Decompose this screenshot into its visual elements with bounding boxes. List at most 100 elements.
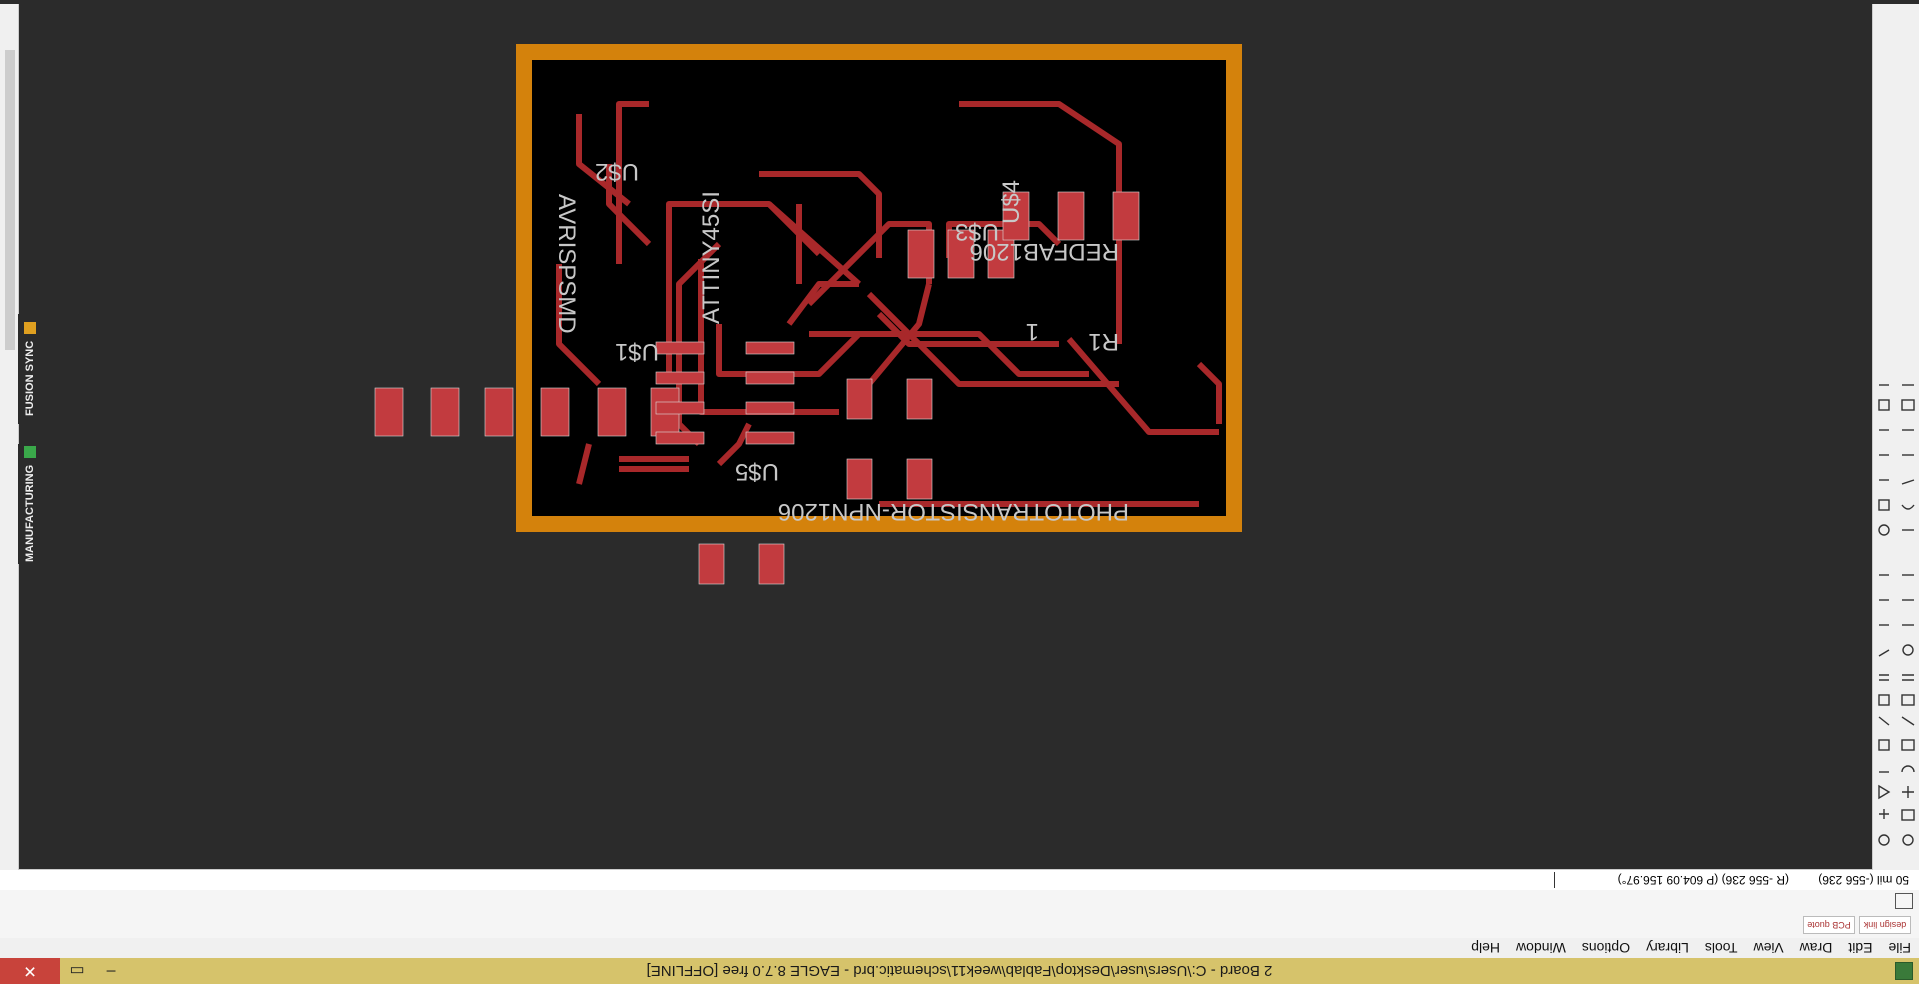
wire-icon [1878,716,1890,726]
pad [374,387,404,437]
label-one: 1 [1026,318,1039,345]
pad [947,229,975,279]
manufacturing-tab[interactable]: MANUFACTURING [18,444,42,564]
miter-icon [1878,649,1890,657]
label-us4: U$4 [998,180,1025,224]
copy-icon [1901,739,1915,751]
pcb-quote-button[interactable]: PCB quote [1803,916,1855,934]
show-icon [1878,834,1890,846]
menu-draw[interactable]: Draw [1792,940,1841,956]
menu-bar: File Edit Draw View Tools Library Option… [0,938,1919,958]
pad [906,458,933,500]
coordinate-bar: 50 mil (-556 236) (R -556 236) (P 604.09… [0,869,1919,890]
trace [946,221,1062,258]
pad [745,401,795,415]
pad [430,387,460,437]
trace [616,101,649,264]
window-controls: – ▭ ✕ [0,958,128,984]
trace [716,422,752,467]
label-us2: U$2 [595,158,639,185]
menu-help[interactable]: Help [1463,940,1508,956]
label-redfab: REDFAB1206 [970,238,1119,265]
add-icon [1879,809,1889,819]
menu-options[interactable]: Options [1574,940,1638,956]
pad [655,371,705,385]
label-r1: R1 [1088,328,1119,355]
move-icon [1902,786,1914,798]
pad [745,431,795,445]
pad [655,431,705,445]
pointer-coordinate: (R -556 236) (P 604.09 156.97°) [1617,873,1789,887]
trace [759,171,882,258]
silkscreen-group: AVRISPSMD U$1 ATTINY45SI U$2 U$3 R1 REDF… [553,158,1129,525]
trace [809,331,1089,377]
label-us5: U$5 [735,458,779,485]
title-bar: 2 Board - C:\Users\user\Desktop\Fablab\w… [0,958,1919,984]
layer-icon [1901,809,1915,821]
label-photo: PHOTOTRANSISTOR-NPN1206 [778,498,1129,525]
menu-file[interactable]: File [1880,940,1919,956]
value-icon [1879,674,1889,681]
pad [987,229,1015,279]
trace [786,281,859,326]
pad [484,387,514,437]
minimize-button[interactable]: – [94,958,128,984]
trace [959,101,1122,344]
rect-icon [1878,499,1890,511]
vertical-scrollbar[interactable] [0,4,19,870]
pad [1112,191,1140,241]
scrollbar-thumb[interactable] [5,50,15,350]
name-icon [1902,674,1914,681]
trace [1066,337,1219,435]
trace [1196,361,1222,424]
restore-icon[interactable]: ▭ [60,958,94,984]
drc-icon [1878,399,1890,411]
trace [716,324,862,377]
pad [745,371,795,385]
close-button[interactable]: ✕ [0,958,60,984]
arc-icon [1901,504,1915,510]
trace [666,201,861,384]
pad [1057,191,1085,241]
board-view[interactable]: AVRISPSMD U$1 ATTINY45SI U$2 U$3 R1 REDF… [0,0,1919,984]
trace [698,259,839,415]
menu-edit[interactable]: Edit [1840,940,1880,956]
fusion-sync-tab[interactable]: FUSION SYNC [18,314,42,424]
trace [606,164,652,247]
paste-icon [1878,739,1890,751]
command-toolbar [1872,4,1919,870]
board-svg[interactable]: AVRISPSMD U$1 ATTINY45SI U$2 U$3 R1 REDF… [0,0,1919,984]
pad [758,543,785,585]
erc-icon [1901,399,1915,411]
pad [650,387,680,437]
menu-tools[interactable]: Tools [1697,940,1746,956]
circle-icon [1878,524,1890,536]
pad [846,378,873,420]
menu-view[interactable]: View [1746,940,1792,956]
polygon-icon [1901,479,1915,485]
trace [866,283,932,386]
change-icon [1901,694,1915,706]
board-outline [516,44,1242,532]
trace [766,201,822,257]
pad [906,378,933,420]
label-us1: U$1 [615,338,659,365]
trace [576,114,631,207]
smash-icon [1902,644,1914,656]
manufacturing-label: MANUFACTURING [24,464,36,562]
menu-library[interactable]: Library [1638,940,1697,956]
grid-icon[interactable] [1895,893,1913,909]
pad [907,229,935,279]
fusion-sync-icon [24,322,36,335]
info-icon [1902,834,1914,846]
menu-window[interactable]: Window [1508,940,1574,956]
design-link-button[interactable]: design link [1859,916,1911,934]
command-separator [1554,872,1555,888]
label-us3: U$3 [955,218,999,245]
pad [655,341,705,355]
command-tool-icons[interactable] [1873,290,1919,850]
trace [866,291,1119,387]
trace [556,264,602,387]
fusion-sync-label: FUSION SYNC [24,340,36,416]
command-input[interactable] [0,870,1549,890]
